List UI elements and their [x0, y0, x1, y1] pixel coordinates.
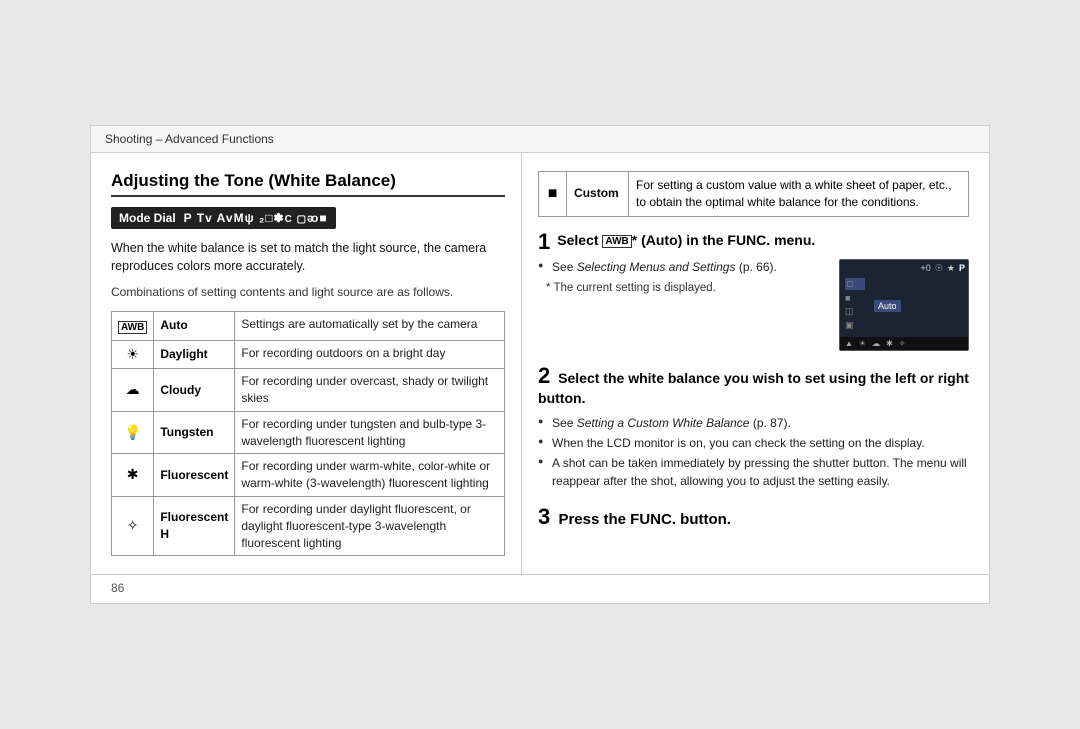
wb-label-fluorescent: Fluorescent [154, 454, 235, 497]
step1-bullet-1: See Selecting Menus and Settings (p. 66)… [538, 259, 829, 276]
step2-bullet-list: See Setting a Custom White Balance (p. 8… [538, 415, 969, 491]
step2-section: 2 Select the white balance you wish to s… [538, 365, 969, 490]
cam-top-icon-2: ☉ [935, 263, 943, 274]
custom-icon: ■ [539, 171, 567, 217]
table-row: ☁ Cloudy For recording under overcast, s… [112, 369, 505, 412]
step3-header: 3 Press the FUNC. button. [538, 504, 969, 530]
wb-label-daylight: Daylight [154, 340, 235, 369]
table-row: AWB Auto Settings are automatically set … [112, 311, 505, 340]
wb-desc-daylight: For recording outdoors on a bright day [235, 340, 505, 369]
table-row: ✧ Fluorescent H For recording under dayl… [112, 496, 505, 555]
wb-icon-tungsten: 💡 [112, 411, 154, 454]
step1-number: 1 [538, 231, 550, 253]
custom-desc: For setting a custom value with a white … [629, 171, 969, 217]
table-row: 💡 Tungsten For recording under tungsten … [112, 411, 505, 454]
camera-screen-sim: +0 ☉ ★ P □ ■ ◫ ▣ [840, 260, 969, 350]
step1-body: See Selecting Menus and Settings (p. 66)… [538, 259, 969, 351]
wb-icon-auto: AWB [112, 311, 154, 340]
wb-desc-cloudy: For recording under overcast, shady or t… [235, 369, 505, 412]
step1-header: 1 Select AWB* (Auto) in the FUNC. menu. [538, 231, 969, 253]
cam-icon-3: ◫ [845, 306, 865, 317]
wb-desc-tungsten: For recording under tungsten and bulb-ty… [235, 411, 505, 454]
step3-number: 3 [538, 504, 550, 529]
step2-bullet-3: A shot can be taken immediately by press… [538, 455, 969, 490]
breadcrumb: Shooting – Advanced Functions [91, 126, 989, 153]
step2-bullet-1: See Setting a Custom White Balance (p. 8… [538, 415, 969, 432]
sub-text: Combinations of setting contents and lig… [111, 284, 505, 301]
cam-icon-2: ■ [845, 293, 865, 303]
left-column: Adjusting the Tone (White Balance) Mode … [91, 153, 522, 575]
mode-dial-modes: P Tv AvMψ ₂□✽C ▢ᴔ■ [184, 211, 328, 225]
camera-screen: +0 ☉ ★ P □ ■ ◫ ▣ [839, 259, 969, 351]
wb-label-cloudy: Cloudy [154, 369, 235, 412]
step1-bullet-list: See Selecting Menus and Settings (p. 66)… [538, 259, 829, 276]
cam-icon-selected: □ [845, 278, 865, 290]
cam-bottom-icon-3: ☁ [872, 339, 880, 348]
step3-title: Press the FUNC. button. [558, 511, 731, 528]
cam-main-area: □ ■ ◫ ▣ Auto [840, 274, 969, 337]
cam-bottom-icon-4: ✱ [886, 339, 893, 348]
step1-text: See Selecting Menus and Settings (p. 66)… [538, 259, 829, 351]
table-row: ✱ Fluorescent For recording under warm-w… [112, 454, 505, 497]
intro-text: When the white balance is set to match t… [111, 239, 505, 277]
cam-bottom-icon-2: ☀ [859, 339, 866, 348]
cam-bottom-bar: ▲ ☀ ☁ ✱ ✧ [840, 337, 969, 350]
cam-bottom-icon-5: ✧ [899, 339, 906, 348]
right-column: ■ Custom For setting a custom value with… [522, 153, 989, 575]
wb-icon-daylight: ☀ [112, 340, 154, 369]
page-content: Adjusting the Tone (White Balance) Mode … [91, 153, 989, 575]
wb-icon-fluorescenth: ✧ [112, 496, 154, 555]
cam-top-icon-3: ★ [947, 263, 955, 274]
page-title: Adjusting the Tone (White Balance) [111, 171, 505, 197]
step1-section: 1 Select AWB* (Auto) in the FUNC. menu. … [538, 231, 969, 351]
step1-asterisk: * The current setting is displayed. [538, 280, 829, 296]
cam-content: Auto [870, 274, 969, 337]
mode-dial-label: Mode Dial [119, 211, 176, 225]
cam-bottom-icon-1: ▲ [845, 339, 853, 348]
custom-label: Custom [567, 171, 629, 217]
table-row: ☀ Daylight For recording outdoors on a b… [112, 340, 505, 369]
page-wrapper: Shooting – Advanced Functions Adjusting … [90, 125, 990, 605]
wb-table: AWB Auto Settings are automatically set … [111, 311, 505, 556]
step2-number: 2 [538, 363, 550, 388]
step1-title: Select AWB* (Auto) in the FUNC. menu. [557, 231, 815, 251]
mode-dial-bar: Mode Dial P Tv AvMψ ₂□✽C ▢ᴔ■ [111, 207, 336, 229]
wb-label-fluorescenth: Fluorescent H [154, 496, 235, 555]
wb-icon-fluorescent: ✱ [112, 454, 154, 497]
wb-desc-fluorescent: For recording under warm-white, color-wh… [235, 454, 505, 497]
custom-table: ■ Custom For setting a custom value with… [538, 171, 969, 218]
cam-top-icon-1: +0 [921, 263, 931, 274]
step2-bullet-2: When the LCD monitor is on, you can chec… [538, 435, 969, 452]
wb-label-tungsten: Tungsten [154, 411, 235, 454]
cam-menu-icons: □ ■ ◫ ▣ [840, 274, 870, 337]
cam-selected-label: Auto [874, 300, 901, 312]
step3-section: 3 Press the FUNC. button. [538, 504, 969, 530]
wb-icon-cloudy: ☁ [112, 369, 154, 412]
custom-row: ■ Custom For setting a custom value with… [539, 171, 969, 217]
cam-top-icon-4: P [959, 263, 965, 274]
wb-label-auto: Auto [154, 311, 235, 340]
cam-icon-4: ▣ [845, 320, 865, 331]
step2-header: 2 Select the white balance you wish to s… [538, 365, 969, 408]
cam-top-bar: +0 ☉ ★ P [840, 260, 969, 274]
wb-desc-fluorescenth: For recording under daylight fluorescent… [235, 496, 505, 555]
wb-desc-auto: Settings are automatically set by the ca… [235, 311, 505, 340]
step2-title: Select the white balance you wish to set… [538, 370, 969, 406]
page-number: 86 [91, 574, 989, 603]
